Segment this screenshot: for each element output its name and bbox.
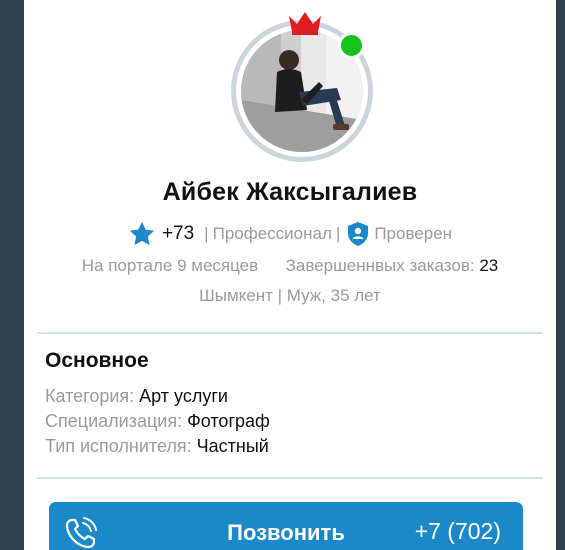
stats-row: На портале 9 месяцев Завершеннвых заказо… — [24, 256, 556, 276]
info-row-category: Категория: Арт услуги — [45, 386, 228, 407]
rating-row: +73 | Профессионал | Проверен — [24, 220, 556, 248]
online-status-dot — [338, 32, 365, 59]
profile-name: Айбек Жаксыгалиев — [162, 178, 418, 206]
shield-user-icon — [348, 222, 369, 246]
info-value: Фотограф — [187, 411, 270, 431]
star-icon — [129, 221, 155, 246]
info-value: Частный — [196, 436, 269, 456]
separator: | — [335, 224, 341, 243]
separator: | — [204, 224, 209, 243]
completed-orders-label: Завершеннвых заказов: — [285, 256, 475, 275]
info-value: Арт услуги — [139, 386, 228, 406]
location-row: Шымкент | Муж, 35 лет — [199, 286, 381, 305]
divider — [37, 332, 543, 334]
crown-icon — [289, 12, 321, 35]
section-title-basics: Основное — [45, 349, 149, 372]
avatar-container — [231, 12, 379, 162]
info-label: Тип исполнителя: — [45, 436, 192, 456]
call-phone-number: +7 (702) — [414, 518, 501, 544]
info-row-performer-type: Тип исполнителя: Частный — [45, 436, 269, 457]
info-row-specialization: Специализация: Фотограф — [45, 411, 270, 432]
divider — [37, 477, 543, 479]
rating-value: +73 — [161, 223, 195, 244]
portal-duration: На портале 9 месяцев — [81, 256, 259, 275]
info-label: Категория: — [45, 386, 135, 406]
info-label: Специализация: — [45, 411, 183, 431]
completed-orders-count: 23 — [479, 256, 499, 275]
verified-label: Проверен — [374, 224, 453, 243]
call-button[interactable]: Позвонить +7 (702) — [49, 502, 523, 550]
profile-card: Айбек Жаксыгалиев +73 | Профессионал | П… — [24, 0, 556, 550]
level-label: Профессионал — [212, 224, 332, 243]
